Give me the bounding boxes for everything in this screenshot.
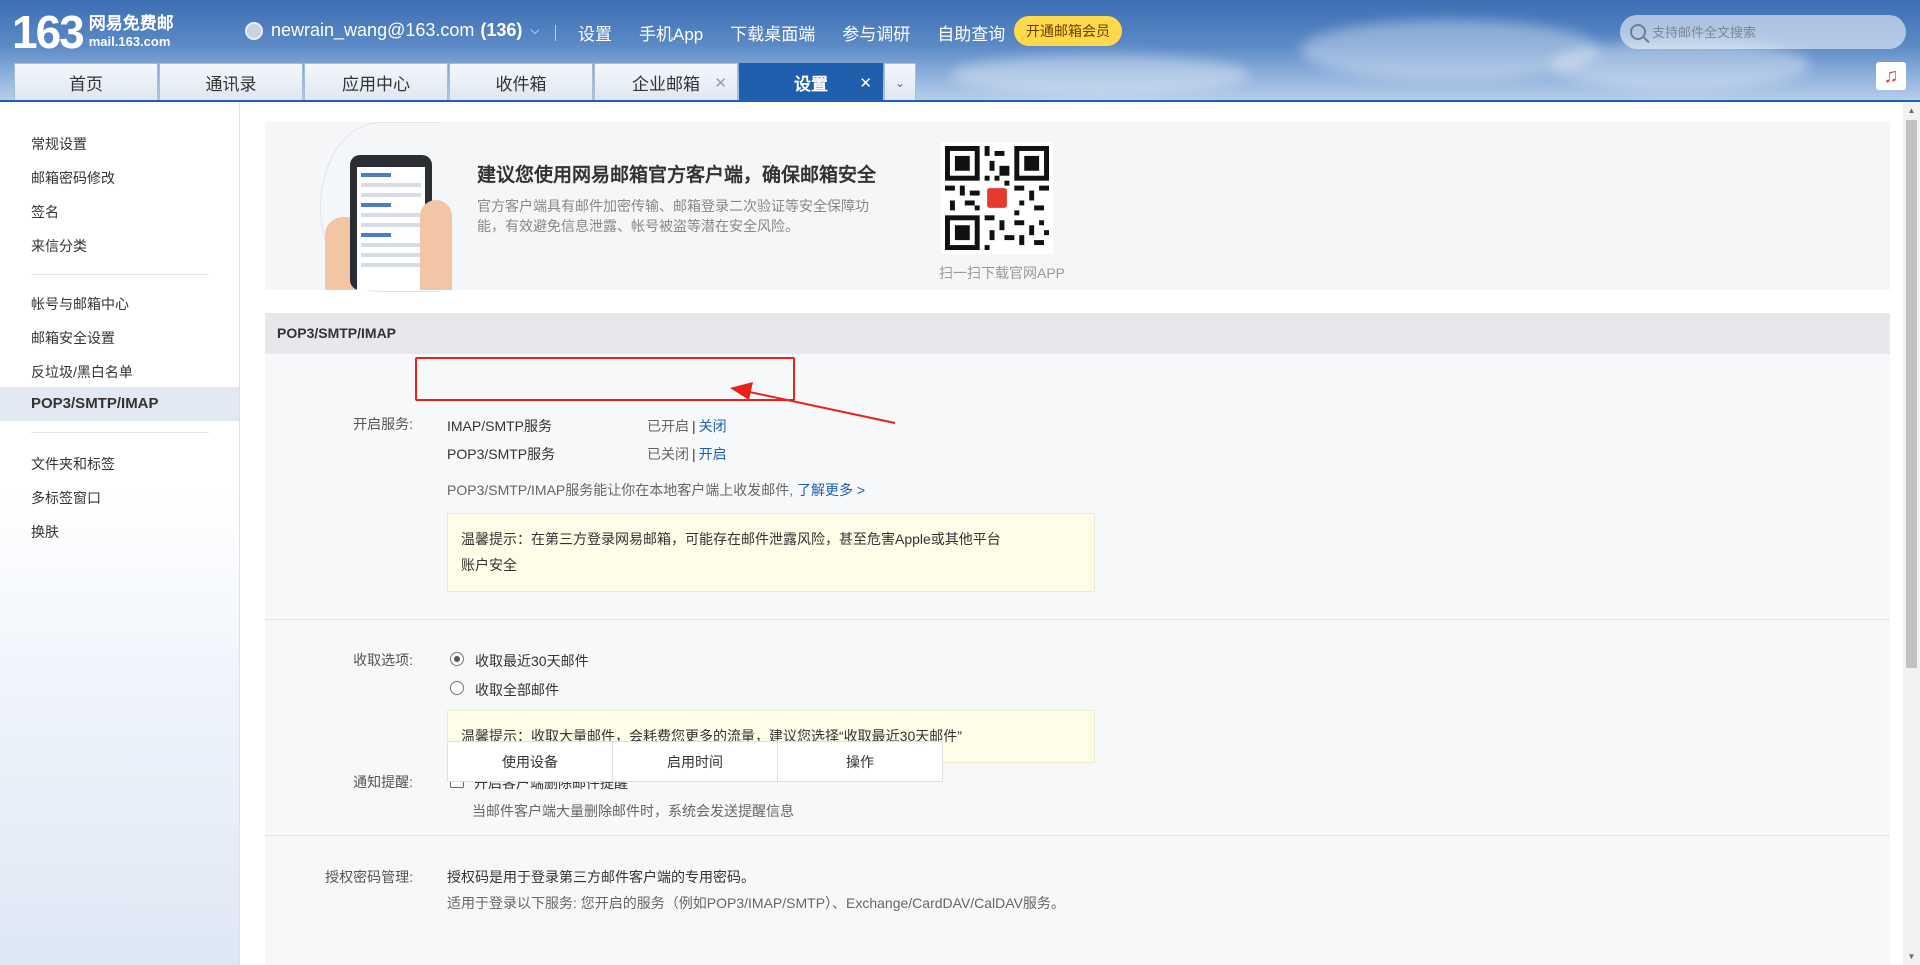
imap-service-status-row: 已开启 | 关闭 [647, 418, 727, 434]
pop3-open-link[interactable]: 开启 [699, 446, 727, 462]
qr-caption: 扫一扫下载官网APP [938, 265, 1065, 281]
tab-more-button[interactable]: ⌄ [884, 63, 916, 101]
scroll-thumb[interactable] [1906, 120, 1917, 668]
notify-label: 通知提醒: [353, 774, 413, 790]
scroll-down-icon[interactable]: ▼ [1903, 948, 1920, 965]
nav-settings[interactable]: 设置 [578, 20, 612, 45]
service-description-row: POP3/SMTP/IMAP服务能让你在本地客户端上收发邮件, 了解更多 > [447, 480, 865, 500]
settings-sidebar: 常规设置 邮箱密码修改 签名 来信分类 帐号与邮箱中心 邮箱安全设置 反垃圾/黑… [0, 102, 240, 965]
close-icon[interactable]: ✕ [859, 74, 872, 92]
tab-bar: 首页 通讯录 应用中心 收件箱 企业邮箱 ✕ 设置 ✕ ⌄ [14, 63, 916, 101]
pop3-service-status-row: 已关闭 | 开启 [647, 446, 727, 462]
sidebar-item-skin[interactable]: 换肤 [31, 522, 59, 542]
pop3-service-name: POP3/SMTP服务 [447, 446, 556, 462]
sidebar-divider [31, 432, 209, 433]
vip-button[interactable]: 开通邮箱会员 [1014, 16, 1122, 46]
banner-description: 官方客户端具有邮件加密传输、邮箱登录二次验证等安全保障功能，有效避免信息泄露、帐… [477, 198, 869, 234]
logo-number: 163 [12, 6, 85, 58]
tab-label: 通讯录 [205, 75, 257, 94]
section-title: POP3/SMTP/IMAP [265, 313, 1890, 354]
tab-label: 企业邮箱 [632, 75, 700, 94]
scroll-up-icon[interactable]: ▲ [1903, 102, 1920, 119]
hand-illustration [420, 200, 452, 290]
qr-code [941, 142, 1053, 254]
sidebar-item-pop3[interactable]: POP3/SMTP/IMAP [0, 387, 239, 421]
pop3-settings-panel: 开启服务: IMAP/SMTP服务 已开启 | 关闭 POP3/SMTP服务 已关闭… [265, 354, 1890, 965]
tab-label: 首页 [69, 75, 103, 94]
mail-logo[interactable]: 163 网易免费邮 mail.163.com [12, 6, 174, 58]
fetch-all-label[interactable]: 收取全部邮件 [475, 680, 559, 700]
imap-status: 已开启 [647, 418, 689, 434]
client-banner: 建议您使用网易邮箱官方客户端，确保邮箱安全 官方客户端具有邮件加密传输、邮箱登录… [265, 122, 1890, 292]
sidebar-item-signature[interactable]: 签名 [31, 202, 59, 222]
sidebar-item-mail-rules[interactable]: 来信分类 [31, 236, 87, 256]
tab-app-center[interactable]: 应用中心 [304, 63, 448, 101]
security-tip: 温馨提示：在第三方登录网易邮箱，可能存在邮件泄露风险，甚至危害Apple或其他平… [447, 513, 1095, 592]
fetch-30days-radio[interactable] [450, 652, 464, 666]
table-header-device: 使用设备 [447, 741, 613, 782]
header-divider [0, 100, 1920, 102]
chevron-down-icon: ⌵ [530, 23, 540, 37]
nav-divider [555, 24, 556, 41]
learn-more-link[interactable]: 了解更多 > [797, 482, 865, 498]
auth-label: 授权密码管理: [325, 869, 413, 885]
sidebar-item-security[interactable]: 邮箱安全设置 [31, 328, 115, 348]
search-input[interactable] [1652, 24, 1892, 40]
unread-count: (136) [480, 20, 523, 40]
sidebar-item-account-center[interactable]: 帐号与邮箱中心 [31, 294, 129, 314]
close-icon[interactable]: ✕ [714, 74, 727, 92]
service-label: 开启服务: [353, 416, 413, 432]
auth-description-2: 适用于登录以下服务: 您开启的服务（例如POP3/IMAP/SMTP）、Exch… [447, 895, 1065, 911]
sidebar-divider [31, 274, 209, 275]
security-tip-text: 温馨提示：在第三方登录网易邮箱，可能存在邮件泄露风险，甚至危害Apple或其他平… [461, 531, 1001, 573]
chevron-down-icon: ⌄ [894, 75, 906, 90]
logo-en: mail.163.com [88, 34, 171, 49]
section-divider [265, 835, 1890, 836]
tab-enterprise-mail[interactable]: 企业邮箱 ✕ [594, 63, 738, 101]
imap-service-name: IMAP/SMTP服务 [447, 418, 553, 434]
sidebar-item-general[interactable]: 常规设置 [31, 134, 87, 154]
imap-close-link[interactable]: 关闭 [699, 418, 727, 434]
page-scrollbar[interactable]: ▲ ▼ [1903, 102, 1920, 965]
notify-description: 当邮件客户端大量删除邮件时，系统会发送提醒信息 [472, 803, 794, 819]
phone-screen [357, 167, 425, 290]
sidebar-item-password[interactable]: 邮箱密码修改 [31, 168, 115, 188]
section-divider [265, 619, 1890, 620]
sidebar-item-folders[interactable]: 文件夹和标签 [31, 454, 115, 474]
search-icon [1630, 24, 1646, 40]
tab-contacts[interactable]: 通讯录 [159, 63, 303, 101]
tab-label: 应用中心 [342, 75, 410, 94]
account-menu[interactable]: newrain_wang@163.com (136) ⌵ [245, 20, 540, 41]
music-icon[interactable]: ♫ [1876, 62, 1906, 90]
fetch-30days-label[interactable]: 收取最近30天邮件 [475, 651, 589, 671]
tab-settings[interactable]: 设置 ✕ [739, 63, 883, 101]
table-header-time: 启用时间 [612, 741, 778, 782]
tab-label: 收件箱 [495, 75, 547, 94]
banner-title: 建议您使用网易邮箱官方客户端，确保邮箱安全 [477, 165, 877, 186]
sidebar-item-multi-tab[interactable]: 多标签窗口 [31, 488, 101, 508]
service-description: POP3/SMTP/IMAP服务能让你在本地客户端上收发邮件, [447, 482, 794, 498]
tab-home[interactable]: 首页 [14, 63, 158, 101]
auth-device-table: 使用设备 启用时间 操作 [447, 741, 943, 782]
auth-description-1: 授权码是用于登录第三方邮件客户端的专用密码。 [447, 869, 755, 885]
search-box[interactable] [1620, 15, 1906, 49]
pop3-status: 已关闭 [647, 446, 689, 462]
sidebar-item-spam[interactable]: 反垃圾/黑白名单 [31, 362, 133, 382]
fetch-label: 收取选项: [353, 652, 413, 668]
tab-label: 设置 [794, 75, 828, 94]
fetch-all-radio[interactable] [450, 681, 464, 695]
settings-main: 建议您使用网易邮箱官方客户端，确保邮箱安全 官方客户端具有邮件加密传输、邮箱登录… [265, 122, 1890, 965]
avatar [245, 21, 263, 40]
tab-inbox[interactable]: 收件箱 [449, 63, 593, 101]
table-header-action: 操作 [777, 741, 943, 782]
nav-download-desktop[interactable]: 下载桌面端 [730, 20, 815, 45]
logo-cn: 网易免费邮 [88, 14, 174, 33]
nav-self-service[interactable]: 自助查询 [937, 20, 1005, 45]
nav-survey[interactable]: 参与调研 [842, 20, 910, 45]
account-email: newrain_wang@163.com [271, 20, 475, 40]
top-header: 163 网易免费邮 mail.163.com newrain_wang@163.… [0, 0, 1920, 101]
nav-mobile-app[interactable]: 手机App [639, 20, 703, 45]
annotation-arrow-icon [730, 382, 896, 424]
top-nav: 设置 手机App 下载桌面端 参与调研 自助查询 [555, 20, 1032, 45]
